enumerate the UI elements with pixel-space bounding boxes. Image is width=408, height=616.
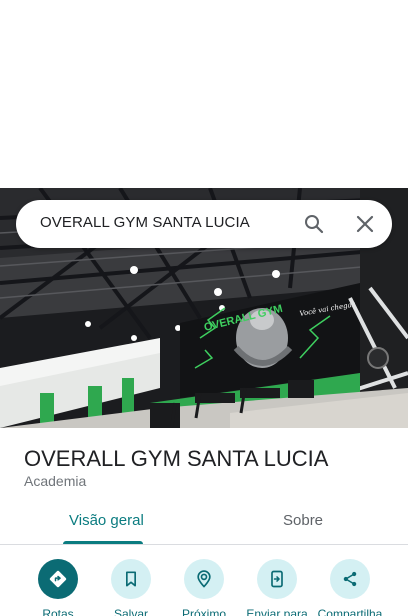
tab-overview[interactable]: Visão geral [69,512,144,529]
close-icon[interactable] [353,212,377,236]
nearby-label: Próximo [181,607,226,616]
nearby-icon [197,570,211,588]
send-to-phone-button[interactable]: Enviar para [242,559,312,616]
share-icon [343,571,357,587]
directions-button[interactable]: Rotas [23,559,93,616]
directions-icon [49,570,67,588]
share-label: Compartilha [317,607,383,616]
nearby-button[interactable]: Próximo [169,559,239,616]
save-label: Salvar [113,607,148,616]
send-to-phone-label: Enviar para [246,607,308,616]
search-input[interactable]: OVERALL GYM SANTA LUCIA [40,214,250,231]
blank-top-area [0,0,408,188]
active-tab-indicator [63,541,143,544]
directions-label: Rotas [42,607,74,616]
place-category[interactable]: Academia [24,473,86,489]
bookmark-icon [126,571,136,587]
tab-bar: Visão geral Sobre [0,500,408,545]
tab-about[interactable]: Sobre [283,512,323,529]
search-icon[interactable] [302,212,326,236]
place-title: OVERALL GYM SANTA LUCIA [24,446,329,471]
save-button[interactable]: Salvar [96,559,166,616]
search-bar[interactable]: OVERALL GYM SANTA LUCIA [16,200,392,248]
share-button[interactable]: Compartilha [315,559,385,616]
action-buttons: Rotas Salvar Próximo Enviar para Compart… [0,546,408,616]
send-to-phone-icon [271,570,283,588]
